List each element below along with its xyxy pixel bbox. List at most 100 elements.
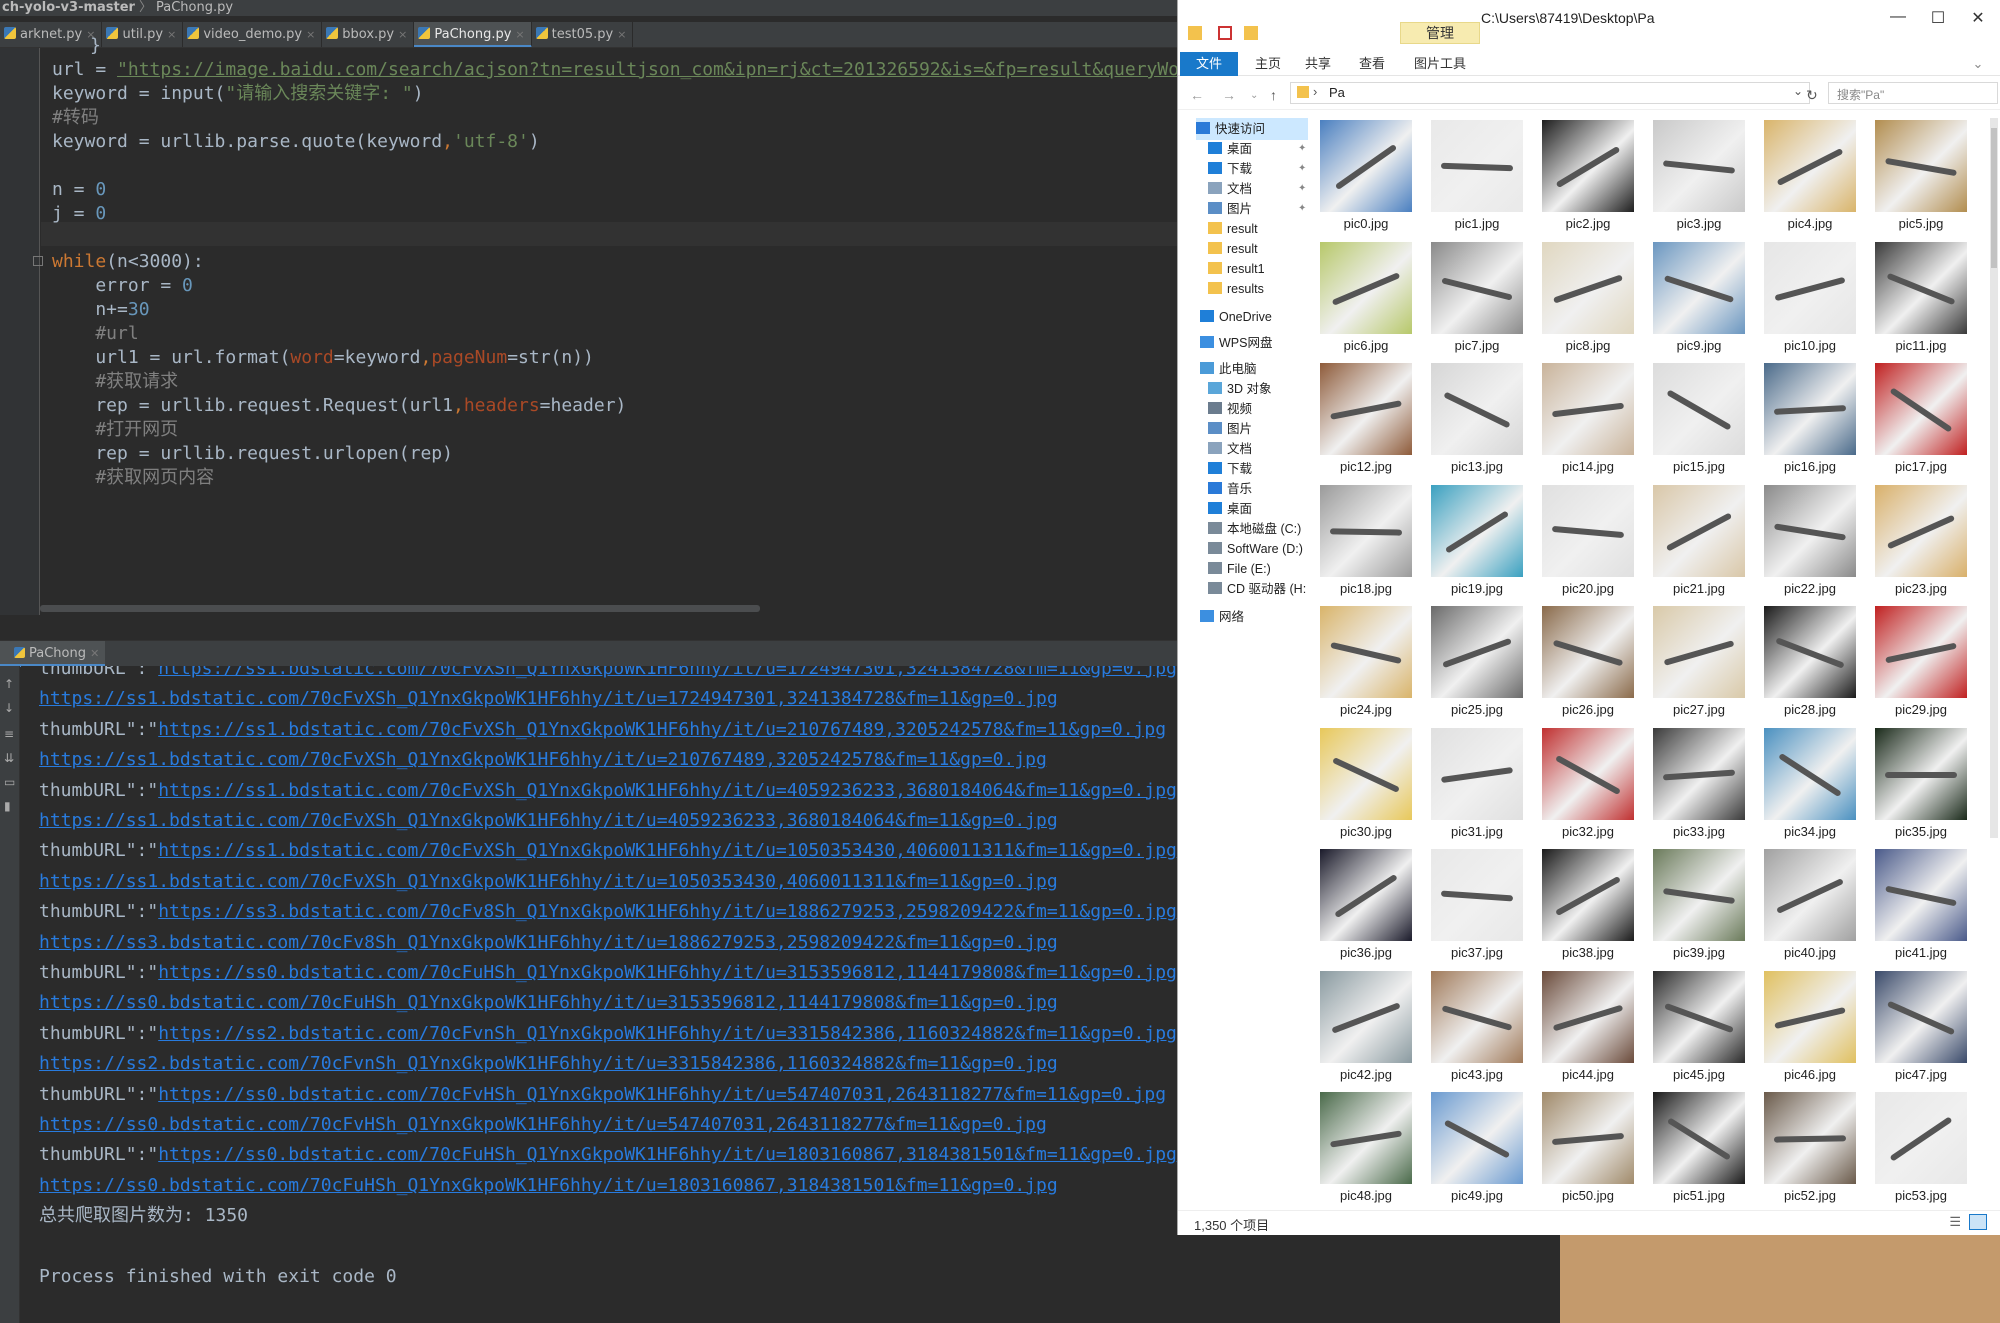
tab-share[interactable]: 共享 — [1298, 52, 1338, 76]
file-thumbnail[interactable]: pic51.jpg — [1651, 1090, 1747, 1203]
editor-horizontal-scrollbar[interactable] — [40, 605, 760, 612]
console-link[interactable]: https://ss0.bdstatic.com/70cFvHSh_Q1YnxG… — [39, 1114, 1047, 1135]
console-link[interactable]: https://ss0.bdstatic.com/70cFvHSh_Q1YnxG… — [158, 1084, 1166, 1105]
nav-item[interactable]: File (E:) — [1208, 558, 1271, 580]
file-thumbnail[interactable]: pic29.jpg — [1873, 604, 1969, 717]
console-link[interactable]: https://ss1.bdstatic.com/70cFvXSh_Q1YnxG… — [39, 871, 1058, 892]
pin-icon[interactable]: ✦ — [1298, 158, 1306, 180]
trash-icon[interactable]: ▮ — [4, 800, 16, 812]
print-icon[interactable]: ▭ — [4, 776, 16, 788]
scroll-to-end-icon[interactable]: ⇊ — [4, 752, 16, 764]
forward-arrow-icon[interactable]: → — [1222, 87, 1236, 103]
file-thumbnail[interactable]: pic53.jpg — [1873, 1090, 1969, 1203]
file-thumbnail[interactable]: pic21.jpg — [1651, 483, 1747, 596]
explorer-vertical-scrollbar[interactable] — [1990, 118, 1998, 838]
file-thumbnail[interactable]: pic10.jpg — [1762, 240, 1858, 353]
ribbon-expand-icon[interactable]: ⌄ — [1968, 52, 1988, 76]
close-icon[interactable]: × — [306, 28, 315, 41]
file-thumbnail[interactable]: pic1.jpg — [1429, 118, 1525, 231]
nav-item[interactable]: result — [1208, 218, 1258, 240]
file-thumbnail[interactable]: pic37.jpg — [1429, 847, 1525, 960]
nav-item[interactable]: CD 驱动器 (H: — [1208, 578, 1306, 600]
editor-tab[interactable]: PaChong.py × — [414, 22, 532, 47]
nav-item[interactable]: 此电脑 — [1200, 358, 1257, 380]
file-thumbnail[interactable]: pic43.jpg — [1429, 969, 1525, 1082]
nav-item[interactable]: results — [1208, 278, 1264, 300]
file-thumbnail[interactable]: pic16.jpg — [1762, 361, 1858, 474]
arrow-down-icon[interactable]: ↓ — [4, 702, 16, 714]
file-thumbnail[interactable]: pic44.jpg — [1540, 969, 1636, 1082]
refresh-icon[interactable]: ↻ — [1806, 87, 1818, 104]
close-icon[interactable]: × — [167, 28, 176, 41]
nav-item[interactable]: 文档 ✦ — [1208, 178, 1306, 200]
file-thumbnail[interactable]: pic22.jpg — [1762, 483, 1858, 596]
breadcrumb-file[interactable]: PaChong.py — [156, 0, 233, 15]
file-thumbnail[interactable]: pic17.jpg — [1873, 361, 1969, 474]
file-thumbnail[interactable]: pic15.jpg — [1651, 361, 1747, 474]
close-icon[interactable]: × — [617, 28, 626, 41]
console-link[interactable]: https://ss0.bdstatic.com/70cFuHSh_Q1YnxG… — [39, 1175, 1058, 1196]
chevron-down-icon[interactable]: ⌄ — [1793, 84, 1803, 98]
editor-tab[interactable]: arknet.py × — [0, 22, 103, 47]
up-arrow-icon[interactable]: ↑ — [1270, 87, 1277, 103]
file-thumbnail[interactable]: pic39.jpg — [1651, 847, 1747, 960]
file-thumbnail[interactable]: pic0.jpg — [1318, 118, 1414, 231]
editor-tab[interactable]: bbox.py × — [322, 22, 415, 47]
file-thumbnail[interactable]: pic40.jpg — [1762, 847, 1858, 960]
file-thumbnail[interactable]: pic11.jpg — [1873, 240, 1969, 353]
new-folder-icon[interactable] — [1244, 26, 1258, 40]
chevron-right-icon[interactable]: › — [1313, 84, 1317, 99]
console-link[interactable]: https://ss3.bdstatic.com/70cFv8Sh_Q1YnxG… — [158, 901, 1177, 922]
editor-tab[interactable]: test05.py × — [532, 22, 634, 47]
nav-item[interactable]: 3D 对象 — [1208, 378, 1271, 400]
pin-icon[interactable]: ✦ — [1298, 138, 1306, 160]
file-thumbnail[interactable]: pic42.jpg — [1318, 969, 1414, 1082]
minimize-icon[interactable]: — — [1878, 8, 1918, 26]
file-thumbnail[interactable]: pic30.jpg — [1318, 726, 1414, 839]
file-thumbnail[interactable]: pic28.jpg — [1762, 604, 1858, 717]
file-thumbnail[interactable]: pic41.jpg — [1873, 847, 1969, 960]
file-thumbnail[interactable]: pic6.jpg — [1318, 240, 1414, 353]
file-thumbnail[interactable]: pic33.jpg — [1651, 726, 1747, 839]
file-thumbnail[interactable]: pic48.jpg — [1318, 1090, 1414, 1203]
console-link[interactable]: https://ss1.bdstatic.com/70cFvXSh_Q1YnxG… — [158, 666, 1177, 679]
tab-file[interactable]: 文件 — [1180, 52, 1238, 76]
large-icons-view-icon[interactable] — [1969, 1214, 1987, 1230]
file-thumbnail[interactable]: pic38.jpg — [1540, 847, 1636, 960]
recent-dropdown-icon[interactable]: ⌄ — [1250, 90, 1258, 101]
search-input[interactable]: 搜索"Pa" — [1828, 82, 1998, 104]
file-thumbnail[interactable]: pic8.jpg — [1540, 240, 1636, 353]
nav-item[interactable]: 视频 — [1208, 398, 1252, 420]
file-thumbnail[interactable]: pic23.jpg — [1873, 483, 1969, 596]
nav-item[interactable]: 图片 ✦ — [1208, 198, 1306, 220]
file-thumbnail[interactable]: pic20.jpg — [1540, 483, 1636, 596]
nav-item[interactable]: 图片 — [1208, 418, 1252, 440]
arrow-up-icon[interactable]: ↑ — [4, 678, 16, 690]
file-thumbnail[interactable]: pic34.jpg — [1762, 726, 1858, 839]
nav-item[interactable]: SoftWare (D:) — [1208, 538, 1303, 560]
close-icon[interactable]: × — [515, 28, 524, 41]
nav-item[interactable]: 桌面 — [1208, 498, 1252, 520]
file-thumbnail[interactable]: pic13.jpg — [1429, 361, 1525, 474]
nav-item[interactable]: result — [1208, 238, 1258, 260]
tab-picture-tools[interactable]: 图片工具 — [1402, 52, 1478, 76]
editor-tab[interactable]: util.py × — [102, 22, 184, 47]
pin-icon[interactable]: ✦ — [1298, 178, 1306, 200]
file-thumbnail[interactable]: pic27.jpg — [1651, 604, 1747, 717]
file-thumbnail[interactable]: pic52.jpg — [1762, 1090, 1858, 1203]
console-link[interactable]: https://ss0.bdstatic.com/70cFuHSh_Q1YnxG… — [158, 1144, 1177, 1165]
breadcrumb-project[interactable]: ch-yolo-v3-master — [2, 0, 135, 15]
pin-icon[interactable]: ✦ — [1298, 198, 1306, 220]
file-thumbnail[interactable]: pic46.jpg — [1762, 969, 1858, 1082]
file-thumbnail[interactable]: pic5.jpg — [1873, 118, 1969, 231]
nav-item[interactable]: 快速访问 — [1196, 118, 1308, 140]
nav-item[interactable]: 下载 ✦ — [1208, 158, 1306, 180]
scrollbar-thumb[interactable] — [1991, 128, 1997, 268]
run-tab[interactable]: PaChong ✕ — [0, 641, 106, 667]
file-thumbnail[interactable]: pic31.jpg — [1429, 726, 1525, 839]
back-arrow-icon[interactable]: ← — [1190, 87, 1204, 103]
console-link[interactable]: https://ss2.bdstatic.com/70cFvnSh_Q1YnxG… — [39, 1053, 1058, 1074]
address-segment[interactable]: Pa — [1329, 85, 1345, 100]
file-thumbnail[interactable]: pic4.jpg — [1762, 118, 1858, 231]
file-thumbnail[interactable]: pic2.jpg — [1540, 118, 1636, 231]
